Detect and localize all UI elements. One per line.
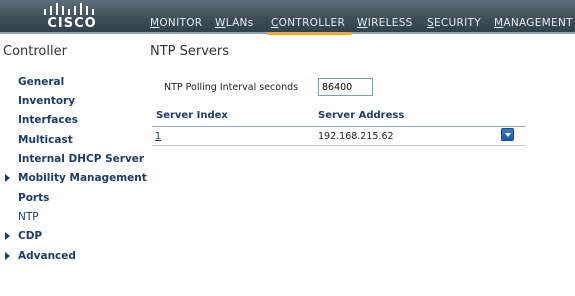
sidebar-item-ntp[interactable]: NTP bbox=[0, 209, 145, 227]
cisco-logo-text: CISCO bbox=[47, 16, 97, 31]
nav-controller-label: ONTROLLER bbox=[278, 17, 346, 29]
nav-controller[interactable]: CONTROLLER bbox=[266, 17, 352, 35]
nav-management-accel: M bbox=[494, 17, 504, 29]
sidebar-item-label: CDP bbox=[18, 230, 43, 242]
nav-management-label: ANAGEMENT bbox=[503, 17, 573, 29]
cisco-logo: CISCO bbox=[40, 3, 104, 31]
sidebar-item-advanced[interactable]: Advanced bbox=[0, 248, 145, 266]
nav-monitor-label: ONITOR bbox=[159, 17, 203, 29]
nav-security[interactable]: SECURITY bbox=[427, 17, 481, 34]
sidebar-item-mobility-management[interactable]: Mobility Management bbox=[0, 170, 147, 188]
top-header-bar: CISCO MONITOR WLANs CONTROLLER WIRELESS … bbox=[0, 0, 575, 35]
sidebar-item-ports[interactable]: Ports bbox=[0, 190, 145, 208]
nav-monitor[interactable]: MONITOR bbox=[150, 17, 202, 34]
sidebar-title: Controller bbox=[3, 44, 67, 59]
column-header-server-index: Server Index bbox=[156, 110, 228, 121]
sidebar-item-label: General bbox=[18, 76, 65, 88]
nav-wlans-label: LANs bbox=[225, 17, 254, 29]
sidebar-item-label: Inventory bbox=[18, 95, 76, 107]
sidebar-item-label: Interfaces bbox=[18, 114, 78, 126]
nav-security-label: ECURITY bbox=[433, 17, 481, 29]
page-title: NTP Servers bbox=[150, 44, 230, 59]
nav-controller-accel: C bbox=[271, 17, 279, 29]
column-header-server-address: Server Address bbox=[318, 110, 405, 121]
sidebar-item-cdp[interactable]: CDP bbox=[0, 228, 145, 246]
nav-security-accel: S bbox=[427, 17, 434, 29]
nav-wlans[interactable]: WLANs bbox=[215, 17, 254, 34]
row-divider bbox=[152, 145, 526, 146]
expand-arrow-icon[interactable] bbox=[5, 232, 10, 240]
server-index-link[interactable]: 1 bbox=[155, 131, 161, 142]
sidebar-item-label: Advanced bbox=[18, 250, 76, 262]
row-actions-dropdown-icon[interactable] bbox=[501, 128, 514, 141]
sidebar-item-label: Internal DHCP Server bbox=[18, 153, 145, 165]
sidebar-item-general[interactable]: General bbox=[0, 74, 145, 92]
nav-monitor-accel: M bbox=[150, 17, 160, 29]
sidebar-item-label: NTP bbox=[18, 211, 39, 223]
nav-wireless-label: IRELESS bbox=[367, 17, 413, 29]
sidebar-item-label: Multicast bbox=[18, 134, 73, 146]
sidebar-item-internal-dhcp-server[interactable]: Internal DHCP Server bbox=[0, 151, 145, 169]
sidebar-item-interfaces[interactable]: Interfaces bbox=[0, 112, 145, 130]
sidebar-item-label: Ports bbox=[18, 192, 50, 204]
expand-arrow-icon[interactable] bbox=[5, 174, 10, 182]
polling-interval-input[interactable] bbox=[318, 78, 373, 96]
nav-wireless[interactable]: WIRELESS bbox=[357, 17, 413, 34]
nav-wlans-accel: W bbox=[215, 17, 226, 29]
nav-wireless-accel: W bbox=[357, 17, 368, 29]
sidebar-item-label: Mobility Management bbox=[18, 172, 147, 184]
header-divider bbox=[152, 126, 526, 127]
polling-interval-label: NTP Polling Interval seconds bbox=[164, 82, 299, 93]
nav-management[interactable]: MANAGEMENT bbox=[494, 17, 573, 34]
sidebar-item-inventory[interactable]: Inventory bbox=[0, 93, 145, 111]
sidebar-item-multicast[interactable]: Multicast bbox=[0, 132, 145, 150]
server-address-cell: 192.168.215.62 bbox=[318, 131, 394, 142]
expand-arrow-icon[interactable] bbox=[5, 252, 10, 260]
cisco-bars-icon bbox=[44, 3, 94, 15]
